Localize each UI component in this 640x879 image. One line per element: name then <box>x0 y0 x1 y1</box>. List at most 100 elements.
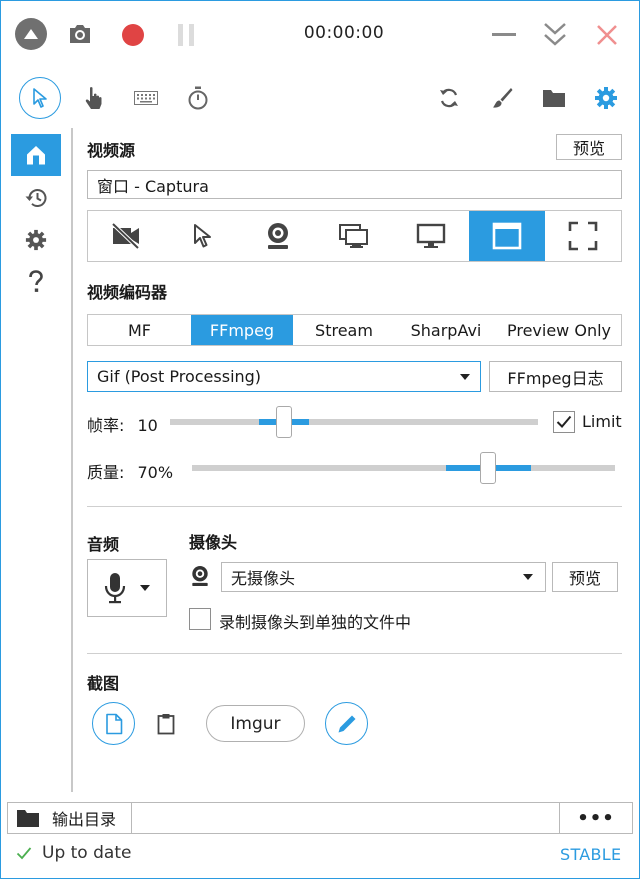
multiple-monitors-icon <box>339 224 369 248</box>
timer-toggle[interactable] <box>184 84 212 112</box>
home-icon <box>27 146 45 165</box>
overlay-editor-button[interactable] <box>488 84 516 112</box>
minimize-to-tray-button[interactable] <box>539 19 571 51</box>
output-folder-label: 输出目录 <box>52 810 117 829</box>
source-screen[interactable] <box>393 211 469 261</box>
separate-webcam-file-checkbox[interactable] <box>189 608 211 630</box>
source-fullscreen[interactable] <box>545 211 621 261</box>
microphone-dropdown[interactable] <box>87 559 167 617</box>
ffmpeg-log-button[interactable]: FFmpeg日志 <box>489 361 622 392</box>
recording-timer: 00:00:00 <box>303 23 385 43</box>
screenshot-editor-button[interactable] <box>325 702 368 745</box>
quality-label-text: 质量: <box>87 463 125 482</box>
dropdown-arrow-icon <box>523 574 533 580</box>
source-webcam[interactable] <box>240 211 316 261</box>
limit-checkbox[interactable] <box>553 411 575 433</box>
sidebar-item-home[interactable] <box>11 134 61 176</box>
mouse-clicks-toggle[interactable] <box>80 84 108 112</box>
clipboard-button[interactable] <box>153 711 179 737</box>
webcam-icon-wrap <box>190 565 210 591</box>
checkmark-icon <box>16 847 32 860</box>
gear-icon <box>595 87 617 109</box>
save-to-disk-button[interactable] <box>92 702 135 745</box>
folder-icon <box>543 90 565 107</box>
source-region[interactable] <box>164 211 240 261</box>
pencil-icon <box>338 715 355 732</box>
pause-icon <box>178 24 194 46</box>
quality-value: 70% <box>137 463 174 482</box>
section-divider <box>87 653 622 654</box>
release-channel-link[interactable]: STABLE <box>560 845 621 864</box>
framerate-label: 帧率: 10 <box>87 412 158 436</box>
video-source-preview-button[interactable]: 预览 <box>556 134 622 160</box>
codec-dropdown[interactable]: Gif (Post Processing) <box>87 361 481 392</box>
sidebar-item-history[interactable] <box>11 182 61 214</box>
microphone-icon <box>104 573 126 604</box>
cursor-icon <box>33 88 47 108</box>
output-path-field[interactable] <box>132 803 560 833</box>
pause-button[interactable] <box>171 20 201 50</box>
webcam-dropdown[interactable]: 无摄像头 <box>221 562 546 592</box>
framerate-slider-thumb[interactable] <box>276 406 293 438</box>
limit-label: Limit <box>582 412 622 431</box>
tab-sharpavi[interactable]: SharpAvi <box>395 315 497 345</box>
title-bar: 00:00:00 <box>1 1 639 67</box>
section-divider <box>87 506 622 507</box>
hand-pointer-icon <box>85 87 102 109</box>
clipboard-icon <box>157 714 175 735</box>
quality-label: 质量: 70% <box>87 459 173 483</box>
keystrokes-toggle[interactable] <box>131 86 161 110</box>
video-source-type-strip <box>87 210 622 262</box>
close-button[interactable] <box>591 19 623 51</box>
stopwatch-icon <box>188 86 208 110</box>
history-icon <box>25 189 47 207</box>
tab-ffmpeg[interactable]: FFmpeg <box>191 315 293 345</box>
dropdown-arrow-icon <box>140 585 150 591</box>
tab-preview-only[interactable]: Preview Only <box>497 315 621 345</box>
collapse-button[interactable] <box>15 18 47 50</box>
gear-icon <box>25 229 47 251</box>
update-status-text: Up to date <box>42 843 132 863</box>
double-chevron-down-icon <box>544 23 566 46</box>
video-source-selected-field[interactable]: 窗口 - Captura <box>87 170 622 199</box>
webcam-preview-button[interactable]: 预览 <box>552 562 618 592</box>
fullscreen-icon <box>568 221 598 251</box>
minimize-icon <box>492 33 516 36</box>
tab-mf[interactable]: MF <box>88 315 191 345</box>
screenshot-heading: 截图 <box>87 674 120 693</box>
source-window[interactable] <box>468 211 545 261</box>
video-encoder-heading: 视频编码器 <box>87 283 168 302</box>
sidebar-item-settings[interactable] <box>11 224 61 256</box>
webcam-heading: 摄像头 <box>189 533 238 552</box>
codec-selected-text: Gif (Post Processing) <box>97 367 262 386</box>
video-source-heading: 视频源 <box>87 141 136 160</box>
screenshot-button[interactable] <box>65 20 95 48</box>
framerate-label-text: 帧率: <box>87 416 125 435</box>
close-icon <box>597 25 617 45</box>
output-folder-open-button[interactable]: 输出目录 <box>8 803 132 833</box>
sidebar-item-about[interactable] <box>11 265 61 299</box>
imgur-button[interactable]: Imgur <box>206 705 305 742</box>
quality-slider[interactable] <box>192 465 615 471</box>
window-frame <box>0 0 640 879</box>
webcam-icon <box>268 223 289 249</box>
output-more-button[interactable]: ••• <box>560 803 632 833</box>
output-folder-button[interactable] <box>539 84 569 112</box>
triangle-up-icon <box>24 29 38 39</box>
record-button[interactable] <box>118 20 148 50</box>
refresh-button[interactable] <box>435 84 463 112</box>
framerate-value: 10 <box>137 416 158 435</box>
cursor-icon <box>194 224 212 248</box>
status-check <box>16 845 32 864</box>
settings-button[interactable] <box>591 83 621 113</box>
source-no-video[interactable] <box>88 211 164 261</box>
camera-icon <box>70 25 90 43</box>
source-multi-screen[interactable] <box>316 211 392 261</box>
quality-slider-thumb[interactable] <box>480 452 497 484</box>
paintbrush-icon <box>493 88 513 108</box>
framerate-slider[interactable] <box>170 419 538 425</box>
audio-heading: 音频 <box>87 535 120 554</box>
mouse-pointer-toggle[interactable] <box>19 77 61 119</box>
minimize-button[interactable] <box>489 21 519 49</box>
tab-stream[interactable]: Stream <box>293 315 395 345</box>
